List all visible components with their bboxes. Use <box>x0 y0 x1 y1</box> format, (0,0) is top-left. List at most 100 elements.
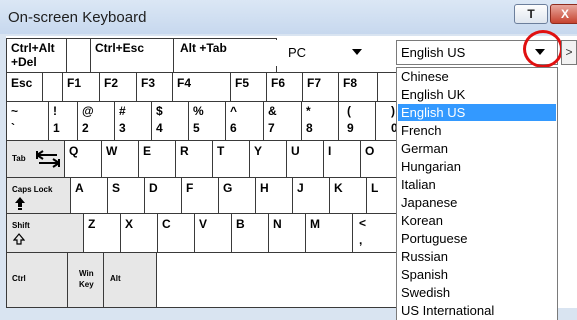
language-option[interactable]: US International <box>398 302 556 319</box>
key-x[interactable]: X <box>120 213 158 253</box>
key-z[interactable]: Z <box>83 213 121 253</box>
language-option[interactable]: Korean <box>398 212 556 229</box>
key-space[interactable] <box>156 252 402 308</box>
key-6[interactable]: ^ 6 <box>225 101 264 141</box>
key-g[interactable]: G <box>218 177 256 214</box>
key-k[interactable]: K <box>329 177 367 214</box>
highlight-circle <box>523 30 563 68</box>
key-c[interactable]: C <box>157 213 195 253</box>
key-n[interactable]: N <box>268 213 306 253</box>
key-label: Ctrl+Alt <box>11 41 55 55</box>
key-h[interactable]: H <box>255 177 293 214</box>
key-label: $ <box>156 104 163 118</box>
key-j[interactable]: J <box>292 177 330 214</box>
key-label: ^ <box>230 104 238 118</box>
key-tab[interactable]: Tab <box>6 140 65 178</box>
key-label: F2 <box>104 76 119 90</box>
key-label: Ctrl <box>12 274 26 283</box>
key-label: 1 <box>53 121 60 135</box>
title-bar[interactable]: On-screen Keyboard T X <box>0 0 577 34</box>
key-label: F1 <box>67 76 82 90</box>
key-1[interactable]: ! 1 <box>48 101 78 141</box>
key-f7[interactable]: F7 <box>302 72 339 102</box>
key-v[interactable]: V <box>194 213 232 253</box>
key-3[interactable]: #3 <box>114 101 152 141</box>
key-label: Esc <box>11 76 33 90</box>
key-label: C <box>162 217 171 231</box>
key-f1[interactable]: F1 <box>62 72 100 102</box>
key-8[interactable]: * 8 <box>301 101 339 141</box>
key-caps-lock[interactable]: Caps Lock <box>6 177 71 214</box>
key-e[interactable]: E <box>138 140 176 178</box>
key-q[interactable]: Q <box>64 140 102 178</box>
key-f3[interactable]: F3 <box>136 72 173 102</box>
key-w[interactable]: W <box>101 140 139 178</box>
key-label: F <box>186 181 194 195</box>
key-label: D <box>149 181 158 195</box>
keyboard-layout-select[interactable]: PC <box>276 40 376 66</box>
key-t[interactable]: T <box>212 140 250 178</box>
key-f6[interactable]: F6 <box>266 72 303 102</box>
key-y[interactable]: Y <box>249 140 287 178</box>
key-shift[interactable]: Shift <box>6 213 84 253</box>
key-5[interactable]: % 5 <box>188 101 226 141</box>
language-option[interactable]: Japanese <box>398 194 556 211</box>
key-backtick[interactable]: ~ ` <box>6 101 49 141</box>
key-2[interactable]: @2 <box>77 101 115 141</box>
pin-button[interactable]: T <box>514 4 548 24</box>
key-s[interactable]: S <box>107 177 145 214</box>
key-comma[interactable]: < , <box>352 213 402 253</box>
key-label: < <box>359 216 367 230</box>
shift-up-arrow-icon <box>13 233 25 245</box>
key-4[interactable]: $4 <box>151 101 189 141</box>
language-option[interactable]: German <box>398 140 556 157</box>
key-label: 8 <box>306 121 313 135</box>
key-f[interactable]: F <box>181 177 219 214</box>
key-label: J <box>297 181 304 195</box>
key-d[interactable]: D <box>144 177 182 214</box>
language-value: English US <box>401 45 466 60</box>
key-alt-tab[interactable]: Alt +Tab <box>173 38 277 73</box>
key-blank[interactable] <box>66 38 91 73</box>
key-f4[interactable]: F4 <box>172 72 231 102</box>
key-u[interactable]: U <box>286 140 324 178</box>
close-button[interactable]: X <box>550 4 577 24</box>
key-label: ! <box>53 104 57 118</box>
caps-up-arrow-icon <box>15 197 25 210</box>
key-ctrl-esc[interactable]: Ctrl+Esc <box>90 38 174 73</box>
language-option[interactable]: Portuguese <box>398 230 556 247</box>
key-r[interactable]: R <box>175 140 213 178</box>
key-label: 7 <box>268 121 275 135</box>
key-label: W <box>106 144 118 158</box>
language-option-selected[interactable]: English US <box>398 104 556 121</box>
key-b[interactable]: B <box>231 213 269 253</box>
language-option[interactable]: Swedish <box>398 284 556 301</box>
scroll-right-button[interactable]: > <box>561 40 577 65</box>
key-f2[interactable]: F2 <box>99 72 137 102</box>
language-option[interactable]: Hungarian <box>398 158 556 175</box>
key-f5[interactable]: F5 <box>230 72 267 102</box>
language-option[interactable]: English UK <box>398 86 556 103</box>
key-label: @ <box>82 104 94 118</box>
key-f8[interactable]: F8 <box>338 72 378 102</box>
key-label: T <box>217 144 225 158</box>
key-ctrl[interactable]: Ctrl <box>6 252 68 308</box>
key-alt[interactable]: Alt <box>103 252 157 308</box>
key-win[interactable]: Win Key <box>67 252 104 308</box>
key-esc[interactable]: Esc <box>6 72 43 102</box>
language-option[interactable]: Italian <box>398 176 556 193</box>
key-label: Ctrl+Esc <box>95 41 145 55</box>
language-option[interactable]: Russian <box>398 248 556 265</box>
key-ctrl-alt-del[interactable]: Ctrl+Alt +Del <box>6 38 67 73</box>
language-option[interactable]: Spanish <box>398 266 556 283</box>
key-m[interactable]: M <box>305 213 353 253</box>
key-label: 2 <box>82 121 89 135</box>
key-blank[interactable] <box>42 72 63 102</box>
language-option[interactable]: Chinese <box>398 68 556 85</box>
language-option[interactable]: French <box>398 122 556 139</box>
key-7[interactable]: & 7 <box>263 101 302 141</box>
key-9[interactable]: (9 <box>338 101 376 141</box>
key-label: R <box>180 144 189 158</box>
key-i[interactable]: I <box>323 140 361 178</box>
key-a[interactable]: A <box>70 177 108 214</box>
